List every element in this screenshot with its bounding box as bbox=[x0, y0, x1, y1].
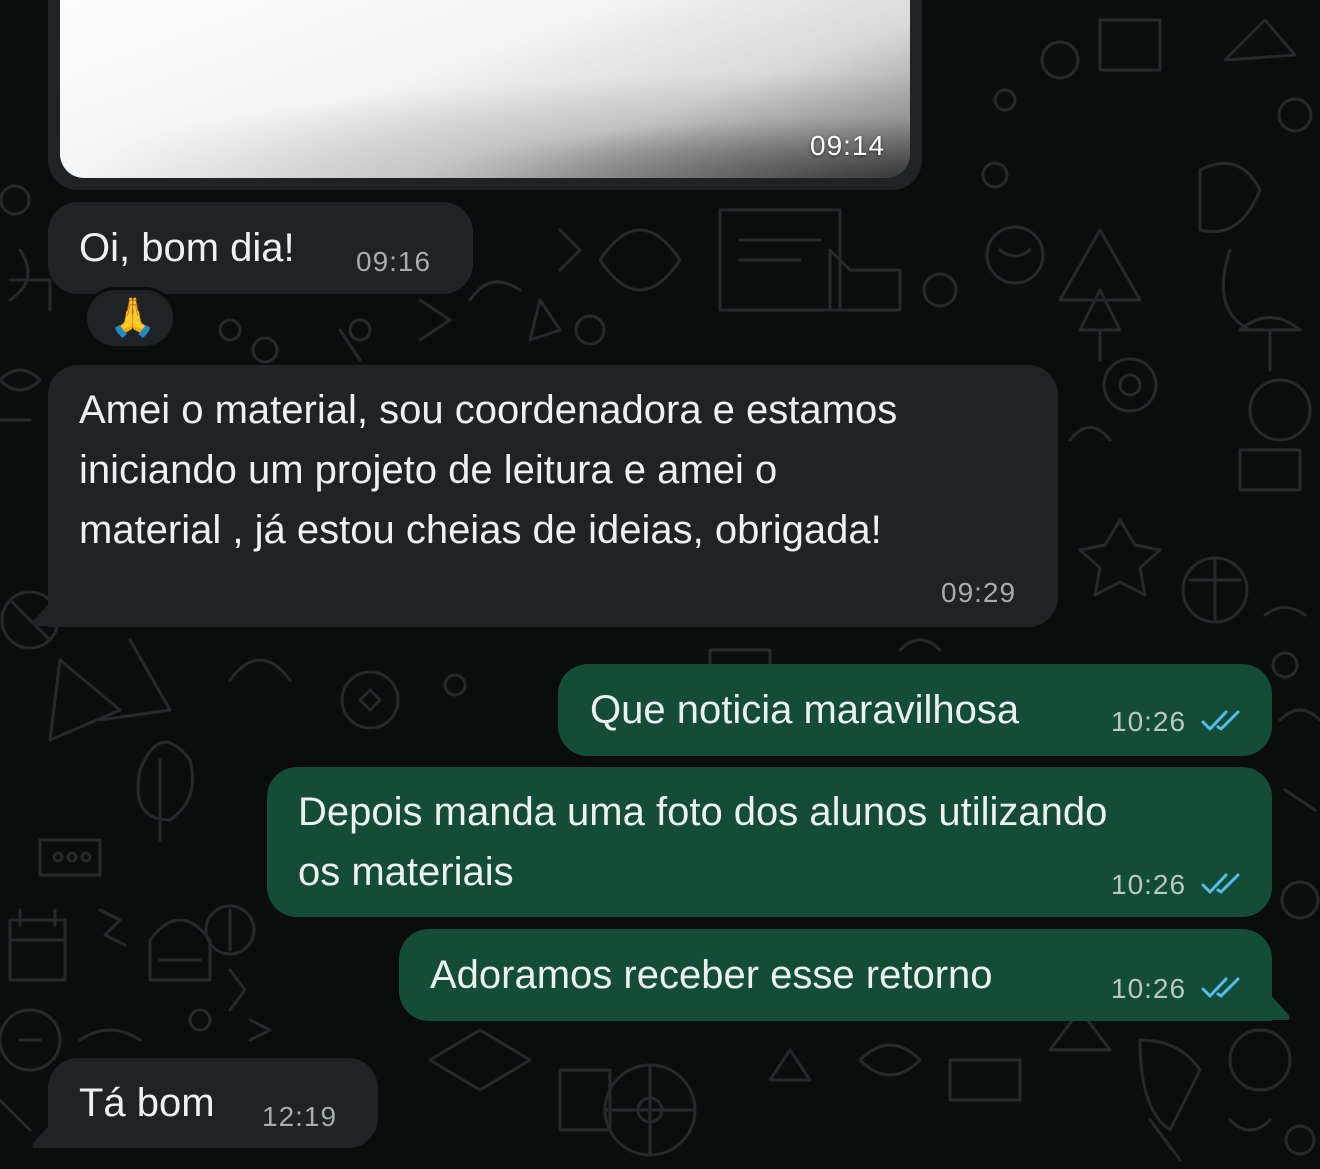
outgoing-message-bubble[interactable]: Adoramos receber esse retorno 10:26 bbox=[399, 929, 1272, 1021]
message-text: Que noticia maravilhosa bbox=[590, 688, 1020, 732]
message-text: Adoramos receber esse retorno bbox=[430, 953, 993, 997]
message-time: 10:26 bbox=[1111, 706, 1187, 737]
message-text: Depois manda uma foto dos alunos utiliza… bbox=[298, 790, 1108, 894]
incoming-message-bubble[interactable]: Amei o material, sou coordenadora e esta… bbox=[48, 365, 1058, 627]
double-check-icon bbox=[1201, 710, 1240, 731]
message-text: Tá bom bbox=[79, 1081, 215, 1125]
reaction-badge[interactable]: 🙏 bbox=[84, 287, 176, 349]
image-overlay-shade bbox=[60, 70, 910, 178]
message-time: 09:14 bbox=[810, 130, 886, 161]
praying-hands-emoji: 🙏 bbox=[109, 297, 157, 339]
outgoing-message-bubble[interactable]: Depois manda uma foto dos alunos utiliza… bbox=[267, 767, 1272, 917]
message-time: 09:16 bbox=[356, 246, 432, 277]
message-text: Amei o material, sou coordenadora e esta… bbox=[79, 388, 898, 552]
message-text: Oi, bom dia! bbox=[79, 226, 295, 270]
incoming-message-bubble[interactable]: Tá bom 12:19 bbox=[48, 1058, 378, 1148]
message-time: 10:26 bbox=[1111, 869, 1187, 900]
double-check-icon bbox=[1201, 873, 1240, 894]
message-time: 09:29 bbox=[941, 577, 1017, 608]
image-message-bubble[interactable]: 09:14 bbox=[48, 0, 922, 190]
message-time: 10:26 bbox=[1111, 973, 1187, 1004]
outgoing-message-bubble[interactable]: Que noticia maravilhosa 10:26 bbox=[558, 664, 1272, 756]
message-time: 12:19 bbox=[262, 1101, 338, 1132]
double-check-icon bbox=[1201, 977, 1240, 998]
incoming-message-bubble[interactable]: Oi, bom dia! 09:16 bbox=[48, 202, 473, 294]
